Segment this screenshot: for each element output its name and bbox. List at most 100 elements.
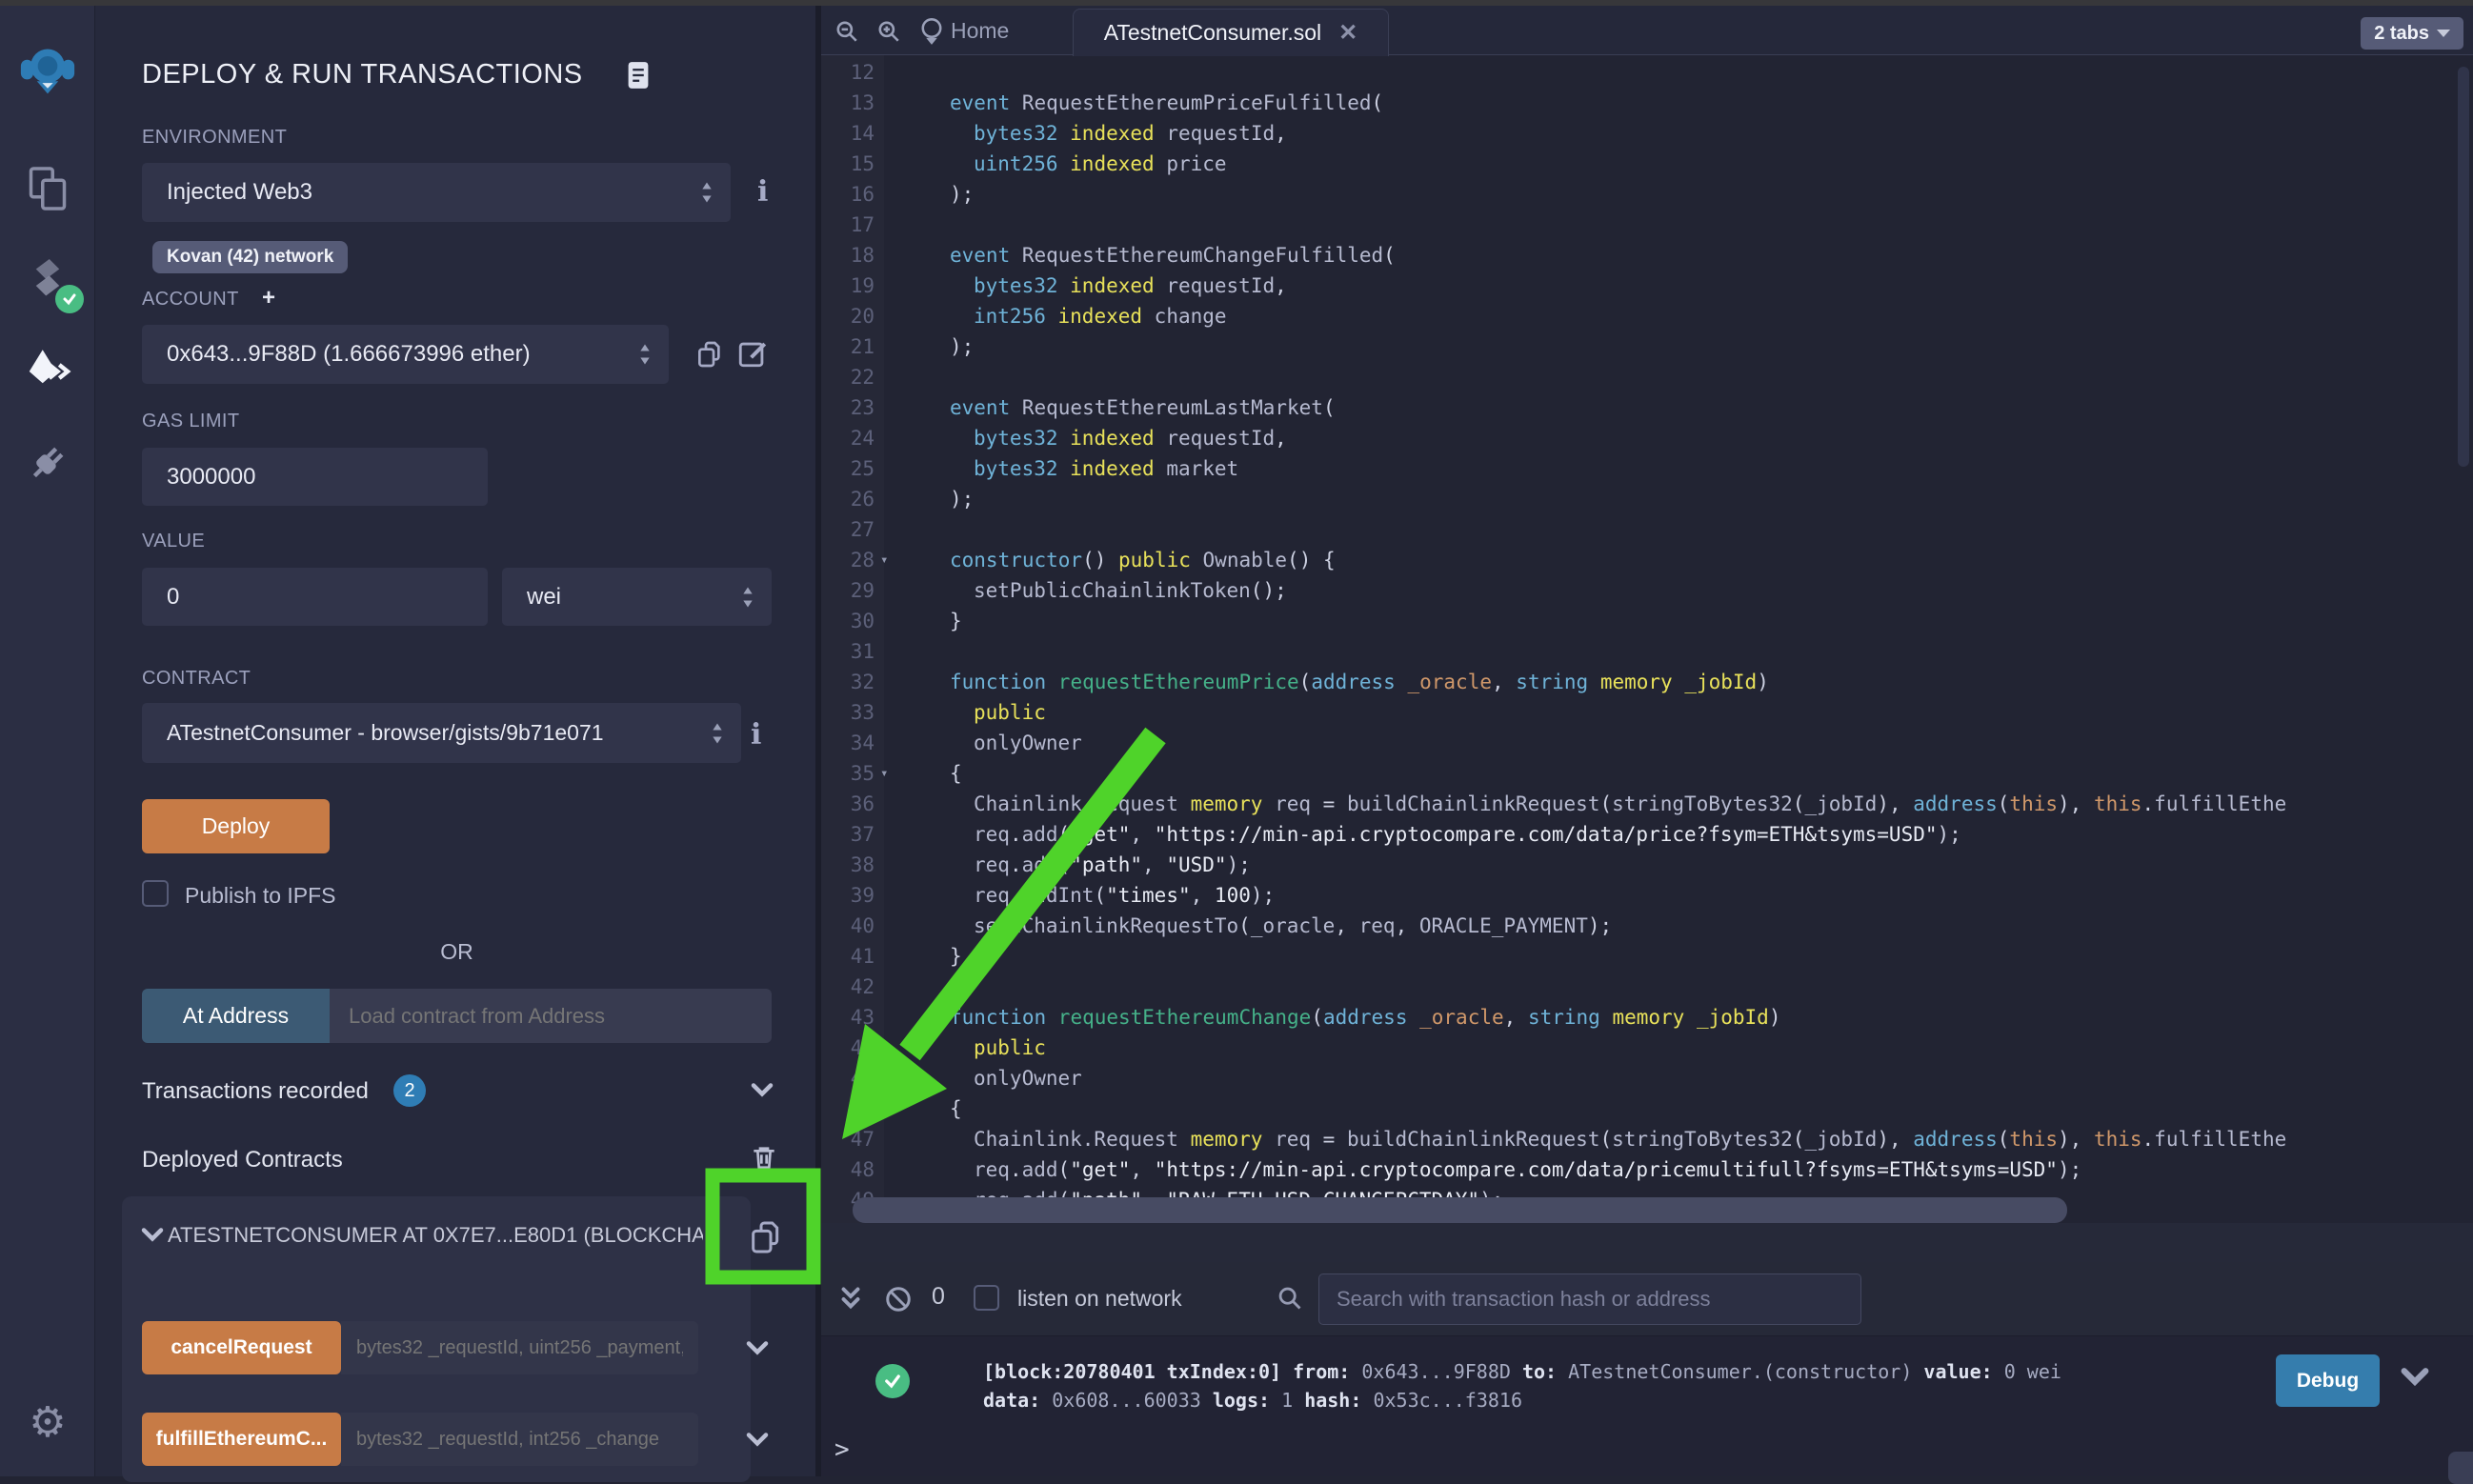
- code-line-15[interactable]: 15uint256 indexed price: [821, 149, 2473, 179]
- code-line-36[interactable]: 36Chainlink.Request memory req = buildCh…: [821, 789, 2473, 819]
- expand-function-chevron-icon[interactable]: [746, 1432, 769, 1452]
- code-line-31[interactable]: 31: [821, 636, 2473, 667]
- contract-select[interactable]: ATestnetConsumer - browser/gists/9b71e07…: [142, 703, 741, 763]
- code-line-26[interactable]: 26);: [821, 484, 2473, 514]
- code-line-20[interactable]: 20int256 indexed change: [821, 301, 2473, 331]
- code-line-30[interactable]: 30}: [821, 606, 2473, 636]
- close-tab-icon[interactable]: ✕: [1338, 19, 1357, 47]
- delete-contracts-trash-icon[interactable]: [749, 1141, 779, 1178]
- tab-atestnetconsumer[interactable]: ATestnetConsumer.sol ✕: [1073, 9, 1389, 56]
- horizontal-scrollbar[interactable]: [853, 1197, 2067, 1223]
- code-line-46[interactable]: 46▾{: [821, 1093, 2473, 1124]
- code-line-42[interactable]: 42: [821, 972, 2473, 1002]
- code-line-12[interactable]: 12: [821, 57, 2473, 88]
- code-line-35[interactable]: 35▾{: [821, 758, 2473, 789]
- fold-marker-icon[interactable]: ▾: [880, 758, 888, 789]
- at-address-button[interactable]: At Address: [142, 989, 330, 1043]
- code-line-18[interactable]: 18event RequestEthereumChangeFulfilled(: [821, 240, 2473, 271]
- transactions-chevron-icon[interactable]: [751, 1082, 774, 1102]
- line-number: 27: [821, 514, 875, 545]
- code-line-38[interactable]: 38req.add("path", "USD");: [821, 850, 2473, 880]
- code-line-19[interactable]: 19bytes32 indexed requestId,: [821, 271, 2473, 301]
- expand-function-chevron-icon[interactable]: [746, 1340, 769, 1360]
- add-account-icon[interactable]: +: [254, 284, 283, 312]
- publish-ipfs-checkbox[interactable]: [142, 880, 169, 907]
- value-input[interactable]: [142, 568, 488, 626]
- activity-iconbar: ⚙: [0, 6, 95, 1476]
- vertical-scrollbar[interactable]: [2458, 67, 2469, 467]
- value-unit-select[interactable]: wei: [502, 568, 772, 626]
- code-line-33[interactable]: 33public: [821, 697, 2473, 728]
- code-editor[interactable]: 1213event RequestEthereumPriceFulfilled(…: [821, 57, 2473, 1223]
- code-line-14[interactable]: 14bytes32 indexed requestId,: [821, 118, 2473, 149]
- tab-home[interactable]: Home: [951, 6, 1009, 55]
- code-line-45[interactable]: 45onlyOwner: [821, 1063, 2473, 1093]
- code-line-24[interactable]: 24bytes32 indexed requestId,: [821, 423, 2473, 453]
- contract-value: ATestnetConsumer - browser/gists/9b71e07…: [167, 720, 604, 746]
- function-params-input[interactable]: [341, 1321, 698, 1374]
- code-line-21[interactable]: 21);: [821, 331, 2473, 362]
- code-line-44[interactable]: 44public: [821, 1033, 2473, 1063]
- line-number: 12: [821, 57, 875, 88]
- code-line-48[interactable]: 48req.add("get", "https://min-api.crypto…: [821, 1154, 2473, 1185]
- code-line-41[interactable]: 41}: [821, 941, 2473, 972]
- function-button-cancelrequest[interactable]: cancelRequest: [142, 1321, 341, 1374]
- function-params-input[interactable]: [341, 1413, 698, 1466]
- code-line-43[interactable]: 43function requestEthereumChange(address…: [821, 1002, 2473, 1033]
- code-line-25[interactable]: 25bytes32 indexed market: [821, 453, 2473, 484]
- sidebar-item-solidity-compiler[interactable]: [17, 249, 78, 310]
- fold-marker-icon[interactable]: ▾: [880, 545, 888, 575]
- zoom-in-icon[interactable]: [876, 19, 901, 49]
- code-line-13[interactable]: 13event RequestEthereumPriceFulfilled(: [821, 88, 2473, 118]
- copy-contract-address-icon[interactable]: [747, 1215, 785, 1264]
- environment-info-icon[interactable]: i: [757, 175, 768, 209]
- function-button-fulfillethereumchange[interactable]: fulfillEthereumC...: [142, 1413, 341, 1466]
- clear-console-icon[interactable]: [884, 1285, 913, 1318]
- code-line-22[interactable]: 22: [821, 362, 2473, 392]
- terminal-prompt[interactable]: >: [834, 1435, 850, 1464]
- code-text: req.add("get", "https://min-api.cryptoco…: [950, 1154, 2081, 1185]
- line-number: 33: [821, 697, 875, 728]
- code-line-47[interactable]: 47Chainlink.Request memory req = buildCh…: [821, 1124, 2473, 1154]
- tx-log-line-2[interactable]: data: 0x608...60033 logs: 1 hash: 0x53c.…: [983, 1389, 1522, 1412]
- terminal-search-input[interactable]: [1318, 1273, 1861, 1325]
- sidebar-item-deploy-run[interactable]: [17, 341, 78, 402]
- code-line-29[interactable]: 29setPublicChainlinkToken();: [821, 575, 2473, 606]
- edit-account-icon[interactable]: [736, 337, 769, 374]
- code-line-39[interactable]: 39req.addInt("times", 100);: [821, 880, 2473, 911]
- tabs-dropdown-badge[interactable]: 2 tabs: [2361, 17, 2463, 50]
- panel-resize-handle[interactable]: [815, 6, 821, 1476]
- deployed-contract-title[interactable]: ATESTNETCONSUMER AT 0X7E7...E80D1 (BLOCK…: [168, 1223, 703, 1248]
- code-line-32[interactable]: 32function requestEthereumPrice(address …: [821, 667, 2473, 697]
- code-line-17[interactable]: 17: [821, 210, 2473, 240]
- account-select[interactable]: 0x643...9F88D (1.666673996 ether): [142, 325, 669, 384]
- transactions-recorded-label: Transactions recorded: [142, 1078, 369, 1105]
- zoom-out-icon[interactable]: [834, 19, 859, 49]
- gas-limit-input[interactable]: [142, 448, 488, 506]
- tx-log-line-1[interactable]: [block:20780401 txIndex:0] from: 0x643..…: [983, 1360, 2061, 1383]
- code-line-34[interactable]: 34onlyOwner: [821, 728, 2473, 758]
- environment-select[interactable]: Injected Web3: [142, 163, 731, 222]
- code-line-37[interactable]: 37req.add("get", "https://min-api.crypto…: [821, 819, 2473, 850]
- expand-log-chevron-icon[interactable]: [2401, 1367, 2429, 1391]
- sidebar-item-settings[interactable]: ⚙: [17, 1393, 78, 1454]
- code-line-16[interactable]: 16);: [821, 179, 2473, 210]
- deploy-button[interactable]: Deploy: [142, 799, 330, 853]
- listen-network-checkbox[interactable]: [974, 1285, 999, 1311]
- code-line-27[interactable]: 27: [821, 514, 2473, 545]
- code-line-40[interactable]: 40sendChainlinkRequestTo(_oracle, req, O…: [821, 911, 2473, 941]
- code-line-28[interactable]: 28▾constructor() public Ownable() {: [821, 545, 2473, 575]
- code-line-23[interactable]: 23event RequestEthereumLastMarket(: [821, 392, 2473, 423]
- sidebar-item-file-explorer[interactable]: [17, 158, 78, 219]
- docs-icon[interactable]: [627, 61, 650, 94]
- collapse-terminal-icon[interactable]: [838, 1285, 863, 1318]
- dropdown-triangle-icon: [2437, 30, 2450, 37]
- at-address-input[interactable]: [330, 989, 772, 1043]
- contract-expand-chevron-icon[interactable]: [141, 1227, 164, 1247]
- fold-marker-icon[interactable]: ▾: [880, 1093, 888, 1124]
- sidebar-item-plugin-manager[interactable]: [17, 432, 78, 493]
- copy-account-icon[interactable]: [694, 337, 725, 376]
- contract-info-icon[interactable]: i: [751, 718, 761, 752]
- remix-logo[interactable]: [17, 40, 78, 101]
- debug-button[interactable]: Debug: [2276, 1354, 2380, 1407]
